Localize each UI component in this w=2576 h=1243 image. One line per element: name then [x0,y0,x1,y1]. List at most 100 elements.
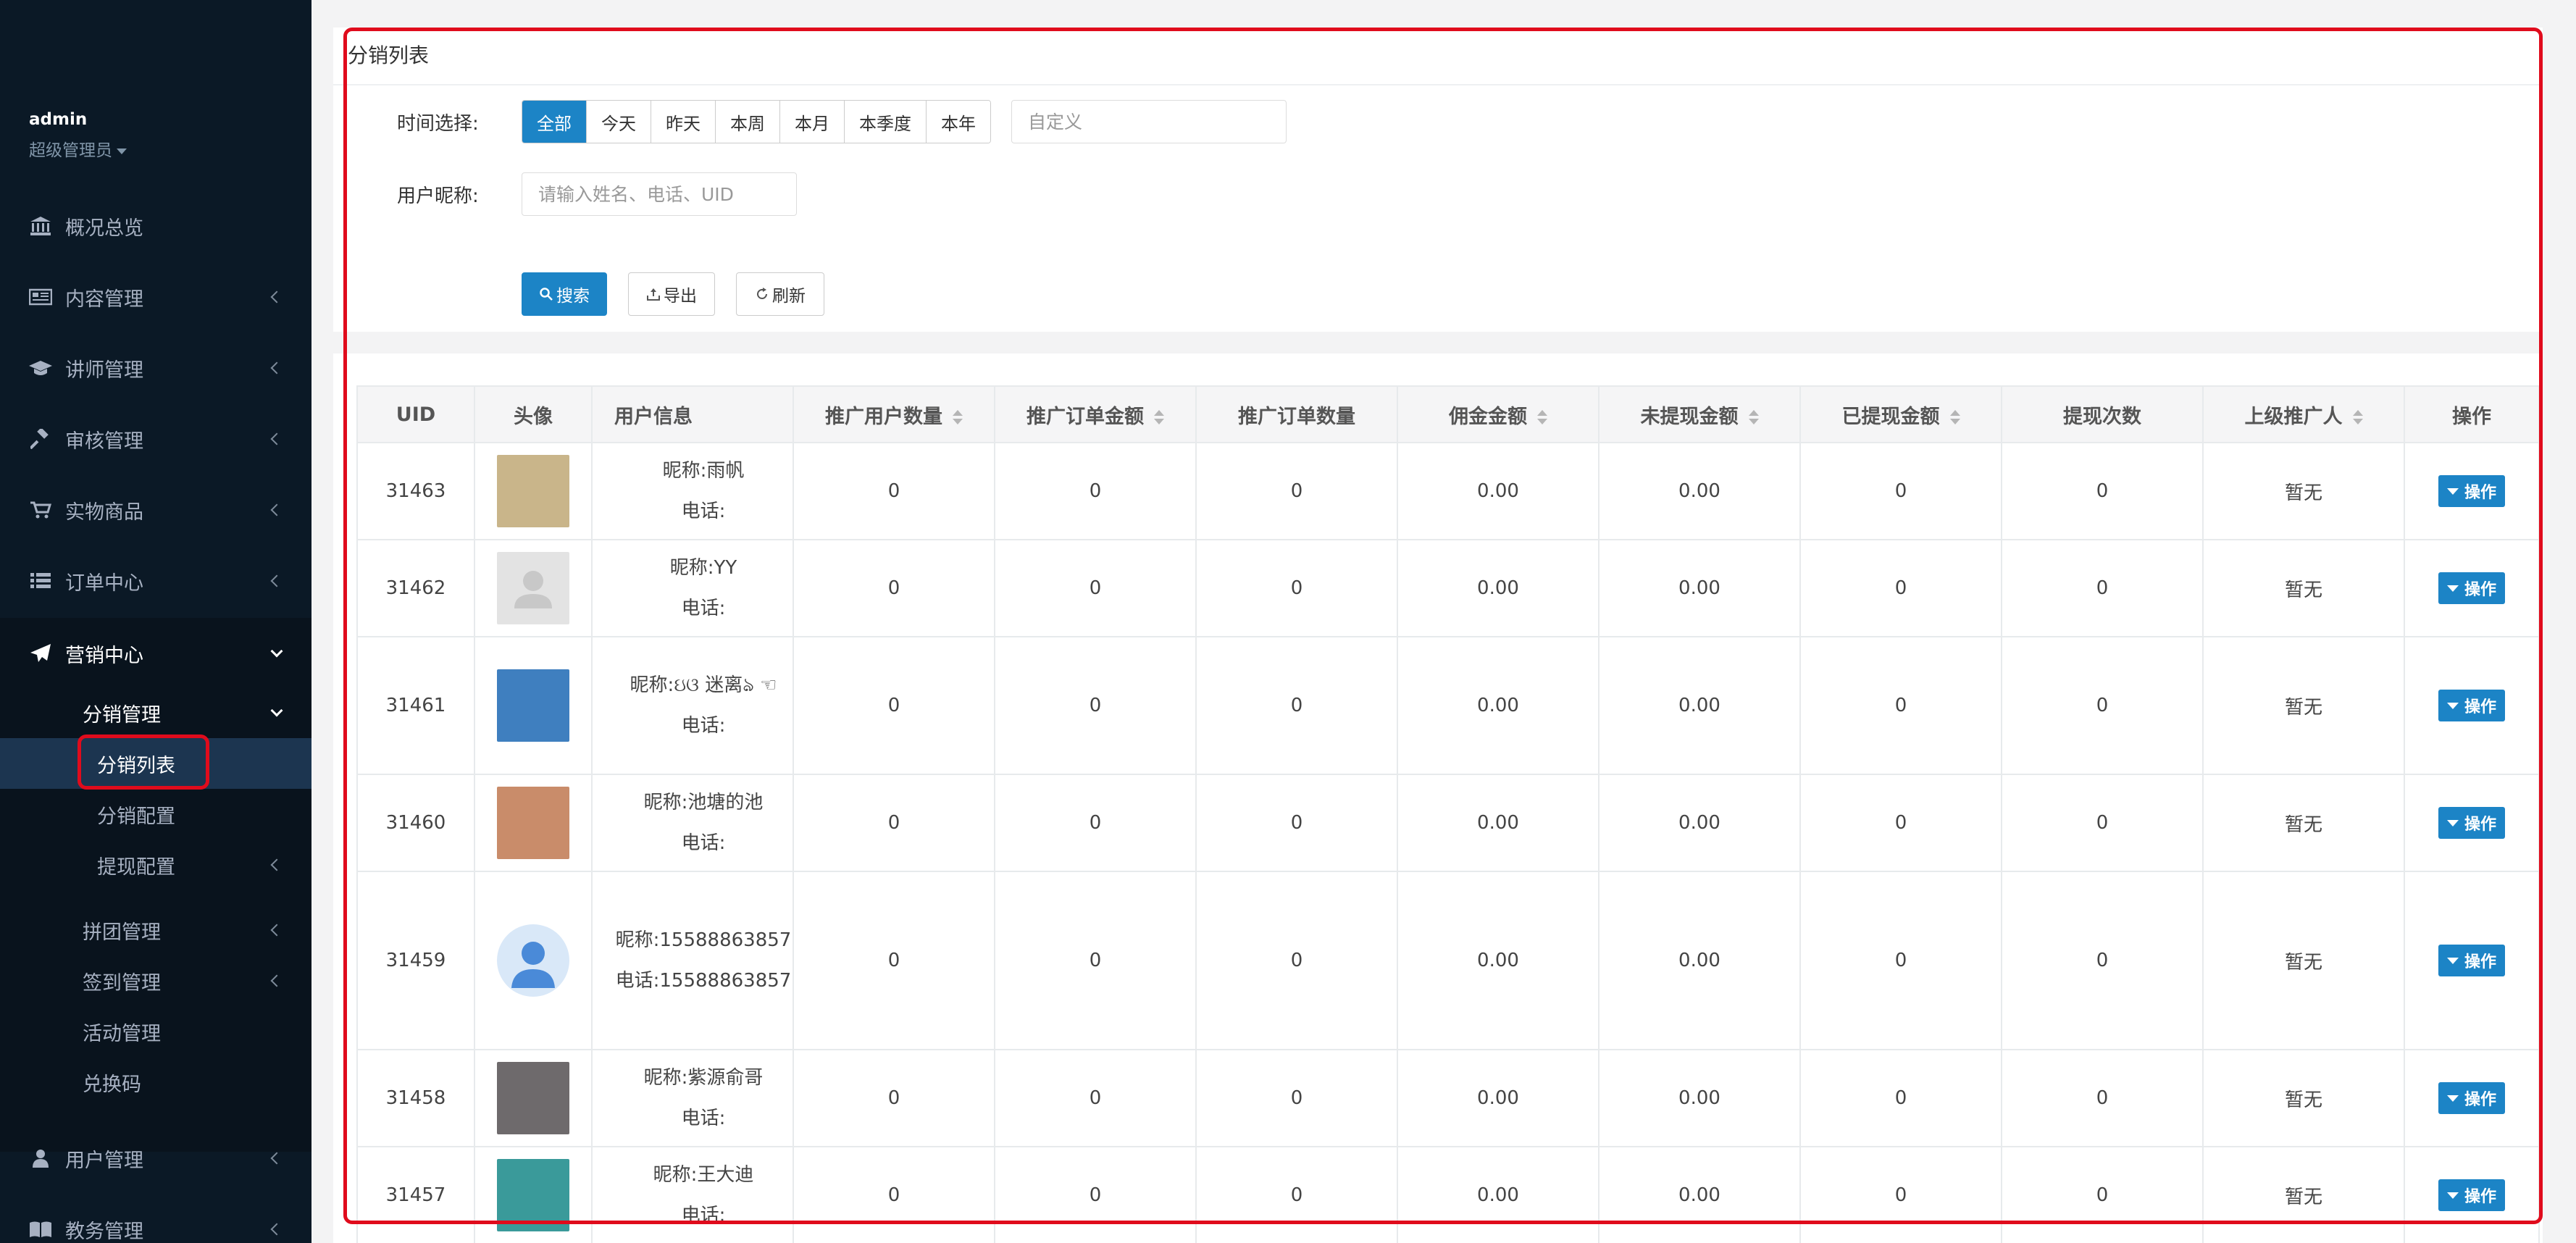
user-nick: 昵称:王大迪 [614,1155,793,1195]
export-icon [646,287,661,301]
time-option-week[interactable]: 本周 [716,101,780,143]
col-withdrawn[interactable]: 已提现金额 [1799,385,2002,443]
search-button[interactable]: 搜索 [522,272,607,316]
subnav-distribution-config[interactable]: 分销配置 [0,789,311,840]
col-unwithdrawn[interactable]: 未提现金额 [1598,385,1801,443]
user-nick: 昵称:15588863857 [614,920,793,960]
col-order-count: 推广订单数量 [1195,385,1398,443]
cell-withdrawn: 0 [1799,539,2002,637]
time-option-month[interactable]: 本月 [780,101,845,143]
col-commission[interactable]: 佣金金额 [1397,385,1599,443]
table-row: 31457 昵称:王大迪 电话: 0 0 0 0.00 0.00 0 0 暂无 操作 [356,1146,2540,1243]
cell-commission: 0.00 [1397,636,1599,775]
subnav-distribution[interactable]: 分销管理 [0,687,311,738]
profile-role-dropdown[interactable]: 超级管理员 [29,136,127,161]
time-option-yesterday[interactable]: 昨天 [651,101,716,143]
avatar [497,455,569,527]
row-action-button[interactable]: 操作 [2438,807,2505,839]
sort-icon[interactable] [953,410,963,424]
table-row: 31462 昵称:YY 电话: 0 0 0 0.00 0.00 0 0 暂无 操作 [356,539,2540,637]
cell-withdrawn: 0 [1799,871,2002,1050]
nav-label: 审核管理 [65,430,143,453]
nav-content[interactable]: 内容管理 [0,261,311,332]
newspaper-icon [28,288,54,306]
nickname-search-input[interactable] [522,172,797,216]
nav-overview[interactable]: 概况总览 [0,191,311,261]
nav-goods[interactable]: 实物商品 [0,474,311,545]
subnav-checkin[interactable]: 签到管理 [0,955,311,1006]
cell-unwithdrawn: 0.00 [1598,774,1801,872]
col-order-amount[interactable]: 推广订单金额 [994,385,1197,443]
col-label: 上级推广人 [2244,405,2343,428]
user-phone: 电话:15588863857 [614,960,793,1001]
sort-icon[interactable] [1537,410,1547,424]
nav-label: 教务管理 [65,1220,143,1243]
nav-marketing[interactable]: 营销中心 [0,618,311,689]
sort-icon[interactable] [2352,410,2363,424]
subnav-distribution-list[interactable]: 分销列表 [0,738,311,789]
col-avatar: 头像 [474,385,593,443]
chevron-left-icon [270,974,283,987]
search-button-label: 搜索 [556,287,590,306]
time-option-today[interactable]: 今天 [587,101,651,143]
row-action-label: 操作 [2464,581,2496,599]
cell-order-amount: 0 [994,1049,1197,1147]
time-option-quarter[interactable]: 本季度 [845,101,927,143]
row-action-button[interactable]: 操作 [2438,1179,2505,1211]
col-actions: 操作 [2404,385,2540,443]
cell-avatar [474,1049,593,1147]
col-superior[interactable]: 上级推广人 [2202,385,2405,443]
export-button[interactable]: 导出 [628,272,715,316]
nav-users[interactable]: 用户管理 [0,1123,311,1194]
subnav-withdraw-config[interactable]: 提现配置 [0,840,311,890]
cell-order-count: 0 [1195,1146,1398,1243]
caret-down-icon [2446,819,2459,826]
user-phone: 电话: [614,588,793,629]
cell-user-info: 昵称:ઇଓ 迷离ঌ ☜ 电话: [591,636,794,775]
subnav-redeem[interactable]: 兑换码 [0,1057,311,1108]
chevron-down-icon [270,645,283,658]
row-action-button[interactable]: 操作 [2438,572,2505,604]
cell-order-count: 0 [1195,539,1398,637]
subnav-label: 分销列表 [97,754,175,777]
cell-user-info: 昵称:池塘的池 电话: [591,774,794,872]
col-label: 头像 [514,405,553,428]
cell-promo-users: 0 [793,539,995,637]
row-action-button[interactable]: 操作 [2438,1082,2505,1114]
table-row: 31463 昵称:雨帆 电话: 0 0 0 0.00 0.00 0 0 暂无 操作 [356,442,2540,540]
cell-unwithdrawn: 0.00 [1598,1049,1801,1147]
sort-icon[interactable] [1154,410,1164,424]
bank-icon [28,216,54,236]
row-action-button[interactable]: 操作 [2438,475,2505,507]
row-action-button[interactable]: 操作 [2438,690,2505,721]
subnav-group-buy[interactable]: 拼团管理 [0,905,311,955]
refresh-button[interactable]: 刷新 [736,272,824,316]
time-option-all[interactable]: 全部 [522,101,587,143]
phone-prefix: 电话: [681,715,726,737]
row-action-button[interactable]: 操作 [2438,945,2505,976]
avatar [497,669,569,742]
cell-commission: 0.00 [1397,1146,1599,1243]
row-action-label: 操作 [2464,698,2496,716]
time-option-year[interactable]: 本年 [927,101,990,143]
cell-uid: 31458 [356,1049,475,1147]
col-promo-users[interactable]: 推广用户数量 [793,385,995,443]
cell-withdraw-times: 0 [2001,1146,2204,1243]
list-icon [28,572,54,590]
custom-date-input[interactable] [1011,100,1287,143]
user-phone: 电话: [614,823,793,863]
nav-teacher[interactable]: 讲师管理 [0,332,311,403]
nav-review[interactable]: 审核管理 [0,403,311,474]
nav-orders[interactable]: 订单中心 [0,545,311,616]
cell-superior: 暂无 [2202,871,2405,1050]
col-label: 佣金金额 [1449,405,1527,428]
nav-academic[interactable]: 教务管理 [0,1194,311,1243]
sort-icon[interactable] [1748,410,1759,424]
cell-withdrawn: 0 [1799,442,2002,540]
nick-value: YY [714,557,737,579]
sort-icon[interactable] [1949,410,1960,424]
nick-prefix: 昵称: [615,929,660,951]
paper-plane-icon [28,643,54,664]
subnav-activity[interactable]: 活动管理 [0,1006,311,1057]
col-label: 用户信息 [614,405,693,428]
